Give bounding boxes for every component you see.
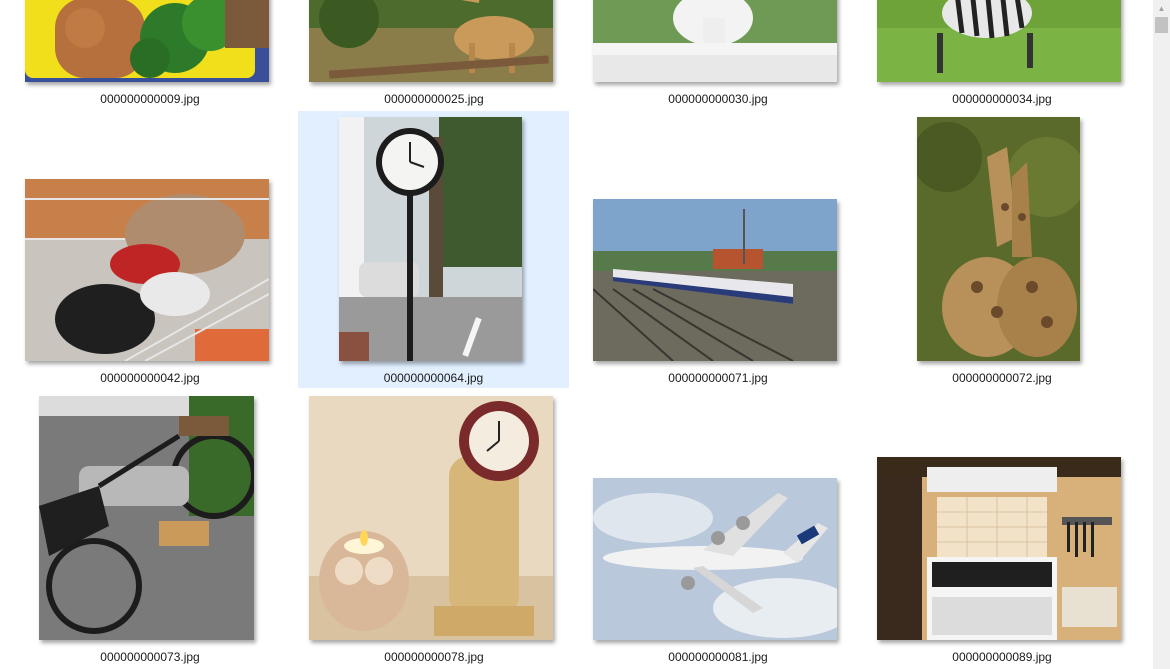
- thumbnail-shoes-basket[interactable]: [25, 179, 269, 361]
- thumbnail-motorcycle[interactable]: [39, 396, 254, 640]
- thumbnail-train[interactable]: [593, 199, 837, 361]
- file-name: 000000000089.jpg: [952, 650, 1052, 664]
- file-item[interactable]: 000000000071.jpg: [583, 111, 853, 388]
- scrollbar-thumb[interactable]: [1155, 17, 1168, 33]
- thumbnail-lunch-box[interactable]: [25, 0, 269, 82]
- thumbnail-vase[interactable]: [593, 0, 837, 82]
- file-name: 000000000072.jpg: [952, 371, 1052, 385]
- vertical-scrollbar[interactable]: ▲: [1153, 0, 1170, 669]
- thumbnail-giraffe[interactable]: [309, 0, 553, 82]
- file-name: 000000000078.jpg: [384, 650, 484, 664]
- thumbnail-kitchen-stove[interactable]: [877, 457, 1121, 640]
- thumbnail-zebra[interactable]: [877, 0, 1121, 82]
- thumbnail-airplane[interactable]: [593, 478, 837, 640]
- file-item[interactable]: 000000000073.jpg: [15, 390, 285, 667]
- file-item-selected[interactable]: 000000000064.jpg: [298, 111, 569, 388]
- file-name: 000000000034.jpg: [952, 92, 1052, 106]
- thumbnail-street-clock[interactable]: [339, 117, 522, 361]
- file-item[interactable]: 000000000081.jpg: [583, 390, 853, 667]
- file-item[interactable]: 000000000025.jpg: [299, 0, 569, 106]
- file-name: 000000000073.jpg: [100, 650, 200, 664]
- file-name: 000000000042.jpg: [100, 371, 200, 385]
- file-name: 000000000025.jpg: [384, 92, 484, 106]
- file-item[interactable]: 000000000034.jpg: [867, 0, 1137, 106]
- file-name: 000000000064.jpg: [383, 371, 484, 385]
- thumbnail-owl-clock[interactable]: [309, 396, 553, 640]
- file-name: 000000000030.jpg: [668, 92, 768, 106]
- file-name: 000000000009.jpg: [100, 92, 200, 106]
- file-item[interactable]: 000000000030.jpg: [583, 0, 853, 106]
- file-item[interactable]: 000000000009.jpg: [15, 0, 285, 106]
- triangle-up-icon[interactable]: ▲: [1153, 0, 1170, 17]
- file-item[interactable]: 000000000078.jpg: [299, 390, 569, 667]
- file-name: 000000000071.jpg: [668, 371, 768, 385]
- file-item[interactable]: 000000000072.jpg: [867, 111, 1137, 388]
- file-item[interactable]: 000000000089.jpg: [867, 390, 1137, 667]
- file-item[interactable]: 000000000042.jpg: [15, 111, 285, 388]
- thumbnail-two-giraffes[interactable]: [917, 117, 1080, 361]
- file-name: 000000000081.jpg: [668, 650, 768, 664]
